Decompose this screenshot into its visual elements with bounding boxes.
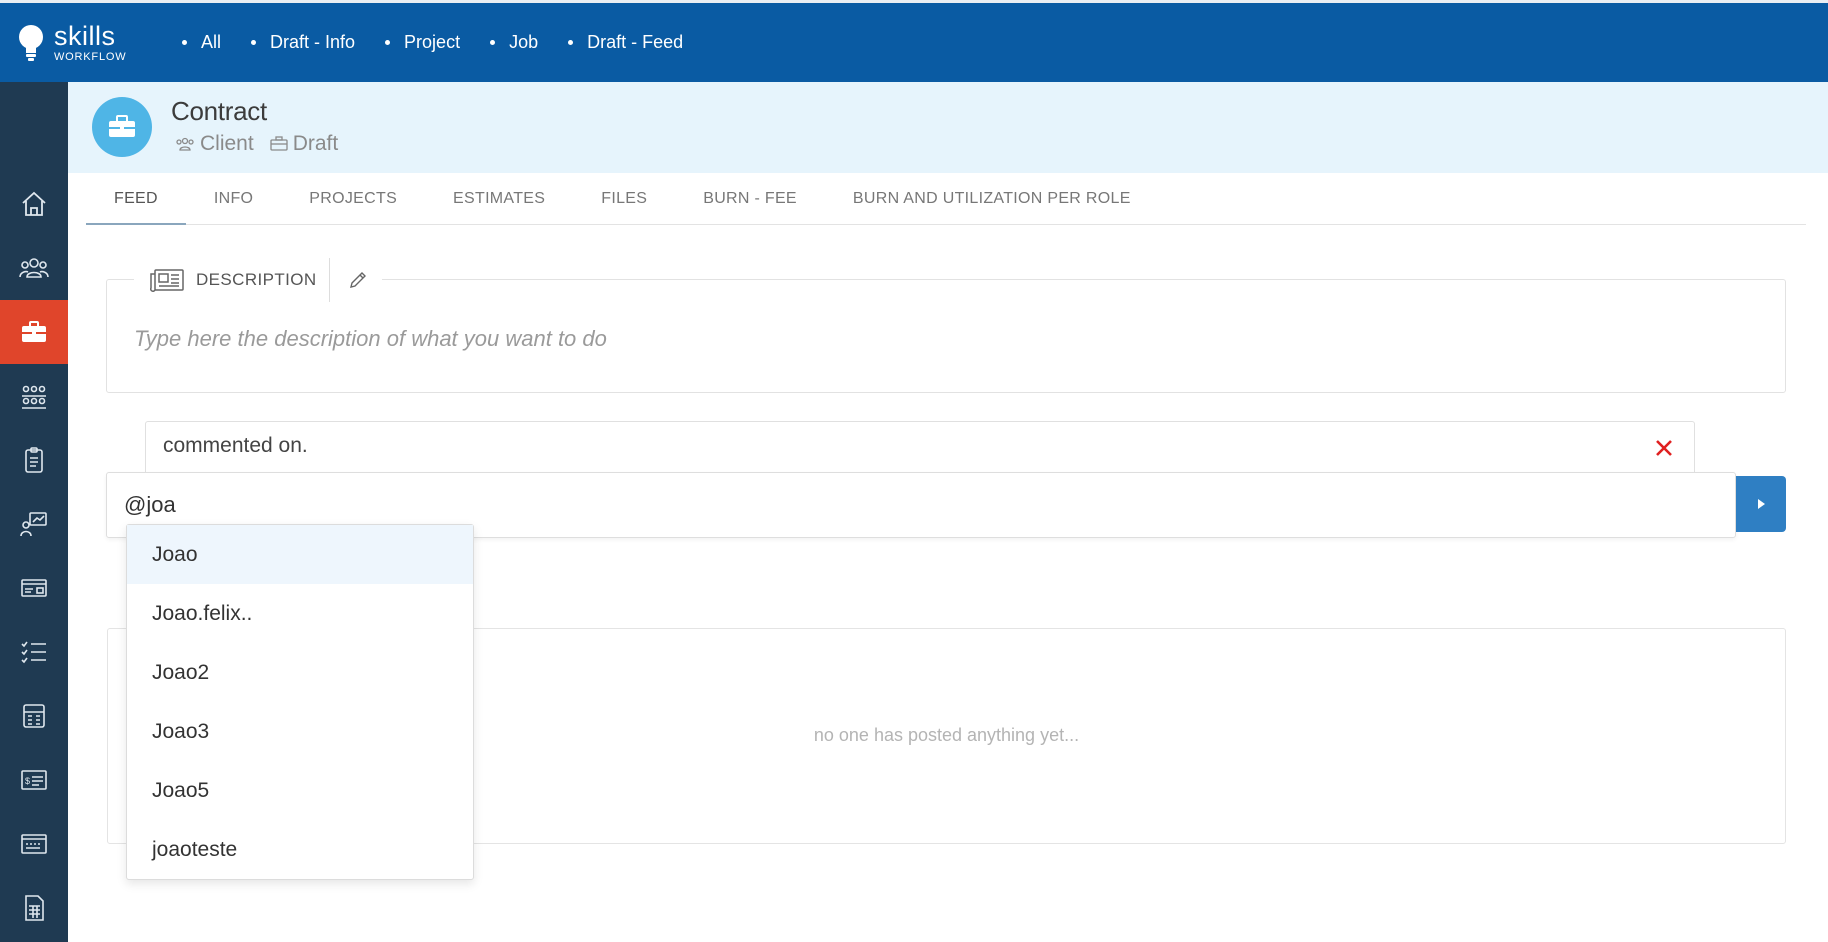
header-meta: Client Draft [175, 132, 354, 156]
calculator-icon [23, 704, 45, 728]
mention-option[interactable]: Joao [127, 525, 473, 584]
users-icon [19, 258, 49, 278]
topnav-label: Draft - Info [270, 32, 356, 52]
bullet-icon [251, 40, 257, 45]
sidebar-item-cards[interactable] [0, 556, 68, 620]
tab-info[interactable]: INFO [186, 173, 281, 225]
briefcase-icon [109, 115, 135, 137]
sidebar-item-invoices[interactable]: $ [0, 748, 68, 812]
sidebar-item-payments[interactable] [0, 812, 68, 876]
topnav-item-draft-info[interactable]: Draft - Info [251, 32, 355, 53]
tab-projects[interactable]: PROJECTS [281, 173, 425, 225]
presentation-icon [20, 512, 47, 537]
mention-dropdown: Joao Joao.felix.. Joao2 Joao3 Joao5 joao… [126, 524, 474, 880]
bullet-icon [490, 40, 496, 45]
bullet-icon [385, 40, 391, 45]
team-icon [22, 385, 46, 409]
mention-option[interactable]: Joao.felix.. [127, 584, 473, 643]
sidebar-item-contracts[interactable] [0, 300, 68, 364]
users-icon [176, 137, 194, 151]
tab-feed[interactable]: FEED [86, 173, 186, 225]
topnav-item-draft-feed[interactable]: Draft - Feed [568, 32, 683, 53]
briefcase-icon [22, 321, 46, 342]
tab-files[interactable]: FILES [573, 173, 675, 225]
app-logo[interactable]: skills WORKFLOW [16, 20, 166, 63]
send-button[interactable] [1736, 476, 1786, 532]
client-label: Client [200, 132, 254, 155]
topnav-label: Job [509, 32, 539, 52]
mention-option[interactable]: Joao2 [127, 643, 473, 702]
tab-burn-fee[interactable]: BURN - FEE [675, 173, 825, 225]
sidebar-item-checklist[interactable] [0, 620, 68, 684]
close-icon[interactable] [1652, 436, 1676, 460]
logo-sub-text: WORKFLOW [54, 50, 127, 63]
card-icon [21, 579, 47, 597]
sidebar-item-tasks[interactable] [0, 428, 68, 492]
sidebar-item-sheets[interactable] [0, 876, 68, 940]
sidebar-item-reports[interactable] [0, 492, 68, 556]
sidebar-item-users[interactable] [0, 236, 68, 300]
clipboard-icon [25, 447, 43, 473]
sidebar-item-calculator[interactable] [0, 684, 68, 748]
sidebar: $ [0, 82, 68, 942]
tab-bar: FEED INFO PROJECTS ESTIMATES FILES BURN … [86, 173, 1806, 225]
topnav-item-project[interactable]: Project [385, 32, 460, 53]
sidebar-item-team[interactable] [0, 364, 68, 428]
topnav-item-job[interactable]: Job [490, 32, 538, 53]
divider [328, 258, 330, 302]
topnav-label: All [201, 32, 222, 52]
spreadsheet-icon [25, 895, 44, 921]
briefcase-icon [270, 136, 288, 151]
comment-reference-text: commented on. [163, 434, 308, 457]
description-label: DESCRIPTION [196, 270, 317, 289]
invoice-icon: $ [21, 770, 47, 790]
mention-option[interactable]: Joao3 [127, 702, 473, 761]
payment-card-icon [21, 834, 47, 854]
mention-option[interactable]: joaoteste [127, 820, 473, 879]
caret-right-icon [1758, 499, 1765, 509]
description-placeholder[interactable]: Type here the description of what you wa… [134, 326, 607, 352]
topnav-label: Draft - Feed [587, 32, 684, 52]
newspaper-icon [150, 269, 184, 292]
mention-option[interactable]: Joao5 [127, 761, 473, 820]
top-bar: skills WORKFLOW All Draft - Info Project… [0, 0, 1828, 82]
bullet-icon [568, 40, 574, 45]
tab-estimates[interactable]: ESTIMATES [425, 173, 573, 225]
page-title: Contract [171, 96, 267, 126]
lightbulb-icon [19, 24, 43, 61]
status-badge: Draft [270, 132, 339, 156]
logo-main-text: skills [54, 20, 116, 51]
topnav-item-all[interactable]: All [182, 32, 221, 53]
svg-text:$: $ [25, 776, 30, 786]
home-icon [22, 191, 46, 216]
tab-burn-utilization[interactable]: BURN AND UTILIZATION PER ROLE [825, 173, 1159, 225]
client-link[interactable]: Client [175, 132, 254, 156]
status-label: Draft [292, 132, 339, 155]
checklist-icon [21, 641, 46, 664]
entity-header: Contract Client Draft [68, 82, 1828, 173]
pencil-icon[interactable] [348, 270, 368, 290]
contract-avatar [92, 97, 152, 157]
breadcrumb: All Draft - Info Project Job Draft - Fee… [182, 32, 713, 53]
comment-reference: commented on. [145, 421, 1695, 479]
topnav-label: Project [404, 32, 461, 52]
description-header: DESCRIPTION [134, 257, 382, 303]
sidebar-item-home[interactable] [0, 172, 68, 236]
bullet-icon [182, 40, 187, 45]
